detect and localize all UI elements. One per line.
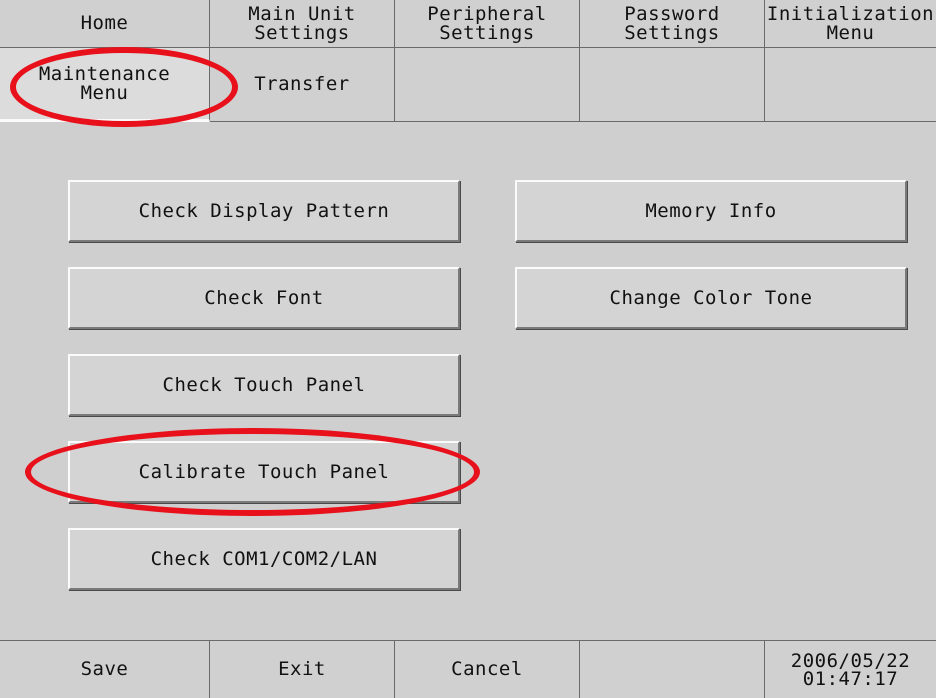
- cancel-label: Cancel: [451, 658, 523, 680]
- tab-password-settings[interactable]: Password Settings: [580, 0, 765, 48]
- bottom-empty-cell: [580, 640, 765, 698]
- tab-password-settings-label-line2: Settings: [624, 21, 720, 44]
- tab-main-unit-settings-label-line2: Settings: [254, 21, 350, 44]
- tab-home-label: Home: [80, 12, 129, 34]
- change-color-tone-label: Change Color Tone: [609, 287, 813, 309]
- check-font-button[interactable]: Check Font: [68, 267, 460, 329]
- tab-empty-4: [580, 48, 765, 122]
- calibrate-touch-panel-label: Calibrate Touch Panel: [138, 461, 390, 483]
- tab-peripheral-settings-label-line1: Peripheral: [427, 2, 547, 25]
- tab-main-unit-settings-label-line1: Main Unit: [248, 2, 356, 25]
- tab-initialization-menu[interactable]: Initialization Menu: [765, 0, 936, 48]
- tab-initialization-menu-label-line1: Initialization: [766, 2, 935, 25]
- tab-peripheral-settings[interactable]: Peripheral Settings: [395, 0, 580, 48]
- tab-home[interactable]: Home: [0, 0, 210, 48]
- tab-transfer-label: Transfer: [254, 73, 350, 95]
- save-button[interactable]: Save: [0, 640, 210, 698]
- exit-button[interactable]: Exit: [210, 640, 395, 698]
- save-label: Save: [80, 658, 129, 680]
- calibrate-touch-panel-button[interactable]: Calibrate Touch Panel: [68, 441, 460, 503]
- exit-label: Exit: [278, 658, 326, 680]
- time-text: 01:47:17: [802, 667, 899, 690]
- tab-empty-5: [765, 48, 936, 122]
- tab-main-unit-settings[interactable]: Main Unit Settings: [210, 0, 395, 48]
- check-display-pattern-label: Check Display Pattern: [138, 200, 390, 222]
- tab-empty-3: [395, 48, 580, 122]
- tab-maintenance-menu-label-line1: Maintenance: [38, 62, 171, 85]
- memory-info-button[interactable]: Memory Info: [515, 180, 907, 242]
- check-touch-panel-button[interactable]: Check Touch Panel: [68, 354, 460, 416]
- check-com-lan-button[interactable]: Check COM1/COM2/LAN: [68, 528, 460, 590]
- tab-initialization-menu-label-line2: Menu: [826, 21, 875, 44]
- tab-maintenance-menu-label-line2: Menu: [80, 81, 129, 104]
- cancel-button[interactable]: Cancel: [395, 640, 580, 698]
- change-color-tone-button[interactable]: Change Color Tone: [515, 267, 907, 329]
- memory-info-label: Memory Info: [645, 200, 777, 222]
- date-time-display: 2006/05/22 01:47:17: [765, 640, 936, 698]
- tab-peripheral-settings-label-line2: Settings: [439, 21, 535, 44]
- tab-password-settings-label-line1: Password: [624, 2, 720, 25]
- check-touch-panel-label: Check Touch Panel: [162, 374, 366, 396]
- check-display-pattern-button[interactable]: Check Display Pattern: [68, 180, 460, 242]
- tab-maintenance-menu[interactable]: Maintenance Menu: [0, 48, 210, 122]
- check-font-label: Check Font: [204, 287, 324, 309]
- check-com-lan-label: Check COM1/COM2/LAN: [150, 548, 378, 570]
- date-text: 2006/05/22: [790, 649, 911, 672]
- tab-transfer[interactable]: Transfer: [210, 48, 395, 122]
